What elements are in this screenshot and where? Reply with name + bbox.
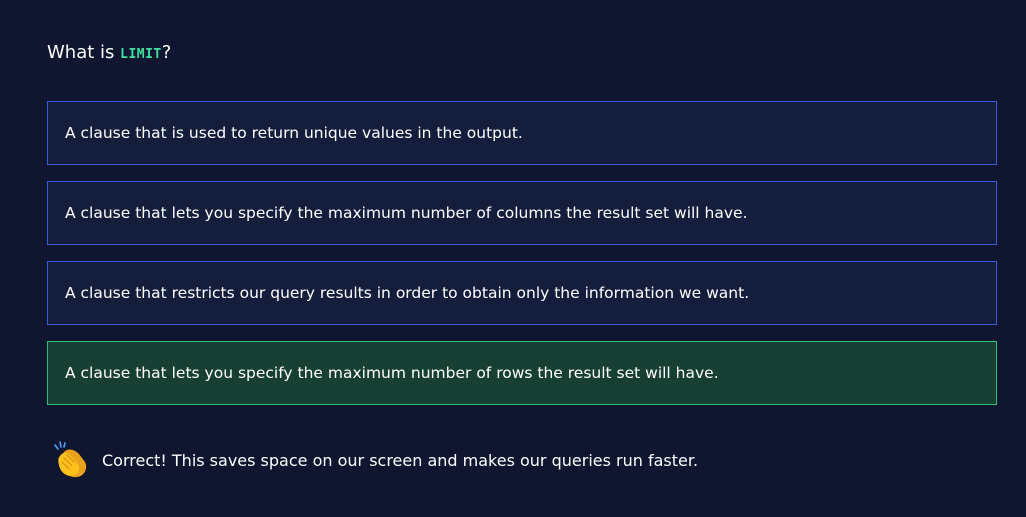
feedback-text: Correct! This saves space on our screen … xyxy=(102,450,699,470)
question-suffix: ? xyxy=(161,42,172,63)
answer-option-label: A clause that restricts our query result… xyxy=(65,284,750,302)
answer-option-label: A clause that lets you specify the maxim… xyxy=(65,204,748,222)
answer-option-3[interactable]: A clause that restricts our query result… xyxy=(47,261,997,325)
question-prefix: What is xyxy=(47,42,121,63)
answer-option-1[interactable]: A clause that is used to return unique v… xyxy=(47,101,997,165)
question-code: LIMIT xyxy=(120,47,162,62)
clapping-hands-icon xyxy=(52,440,92,480)
answer-option-label: A clause that is used to return unique v… xyxy=(65,124,523,142)
feedback-message: Correct! This saves space on our screen … xyxy=(52,440,698,480)
answer-option-4-correct[interactable]: A clause that lets you specify the maxim… xyxy=(47,341,997,405)
answer-option-2[interactable]: A clause that lets you specify the maxim… xyxy=(47,181,997,245)
answer-option-label: A clause that lets you specify the maxim… xyxy=(65,364,719,382)
quiz-panel: What is LIMIT? A clause that is used to … xyxy=(0,0,1026,517)
question-text: What is LIMIT? xyxy=(47,40,171,68)
